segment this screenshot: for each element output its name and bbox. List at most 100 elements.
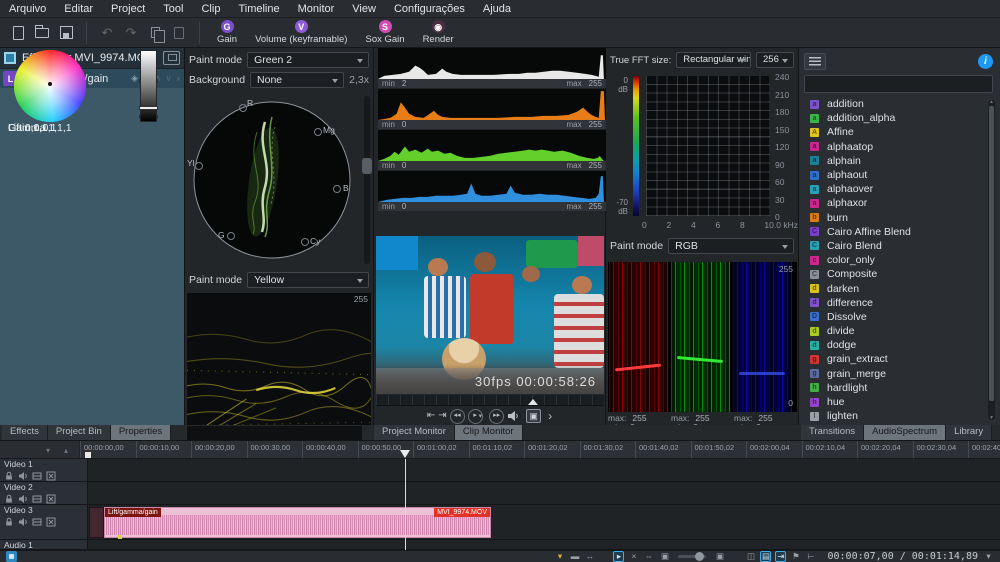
menu-item[interactable]: Ajuda — [474, 2, 520, 16]
lock-track-icon[interactable] — [4, 471, 14, 481]
hide-track-icon[interactable] — [32, 517, 42, 527]
zoom-fit-icon[interactable]: ▣ — [714, 551, 725, 562]
transition-item[interactable]: d divide — [804, 324, 986, 338]
edit-mode-toggle-icon[interactable]: ▤ — [760, 551, 771, 562]
transport-button[interactable]: ⇤ — [427, 411, 435, 421]
transition-item[interactable]: A Affine — [804, 125, 986, 139]
menu-item[interactable]: Project — [102, 2, 154, 16]
paste-icon[interactable] — [169, 23, 189, 43]
zoom-slider-handle[interactable] — [362, 158, 372, 174]
edit-mode-toggle-icon[interactable]: ⚑ — [790, 551, 801, 562]
transition-item[interactable]: a addition_alpha — [804, 111, 986, 125]
timeline-clip-head[interactable] — [89, 507, 104, 538]
timeline-view-toggle-icon[interactable]: ▬ — [569, 551, 580, 562]
transition-item[interactable]: C Cairo Blend — [804, 239, 986, 253]
zoombar-position-marker[interactable] — [528, 399, 538, 405]
transition-item[interactable]: C Cairo Affine Blend — [804, 225, 986, 239]
undo-icon[interactable]: ↶ — [97, 23, 117, 43]
vectorscope-background-select[interactable]: None — [250, 72, 344, 88]
transition-item[interactable]: a alphaover — [804, 182, 986, 196]
edit-mode-toggle-icon[interactable]: ⇥ — [775, 551, 786, 562]
timeline-track[interactable]: Video 1 — [0, 459, 1000, 482]
timeline-ruler[interactable]: 00:00:00,0000:00:10,0000:00:20,0000:00:3… — [0, 441, 1000, 459]
redo-icon[interactable]: ↷ — [121, 23, 141, 43]
dock-tab[interactable]: Library — [946, 425, 992, 440]
transition-item[interactable]: a alphaout — [804, 168, 986, 182]
toolbar-effect-button[interactable]: ◉ Render — [423, 20, 454, 45]
menu-item[interactable]: Timeline — [229, 2, 288, 16]
play-menu-caret-icon[interactable]: ▾ — [479, 412, 483, 420]
mute-track-icon[interactable] — [18, 471, 28, 481]
playhead-line[interactable] — [405, 459, 406, 550]
transition-item[interactable]: g grain_merge — [804, 367, 986, 381]
fit-zoom-icon[interactable]: ▣ — [659, 551, 670, 562]
transition-item[interactable]: C Composite — [804, 267, 986, 281]
transition-item[interactable]: D Dissolve — [804, 310, 986, 324]
transition-item[interactable]: h hardlight — [804, 381, 986, 395]
mute-track-icon[interactable] — [18, 517, 28, 527]
vectorscope-paint-mode-select[interactable]: Green 2 — [247, 52, 369, 68]
monitor-zoombar[interactable] — [376, 395, 604, 406]
monitor-more-button[interactable]: › — [548, 411, 552, 421]
toolbar-effect-button[interactable]: S Sox Gain — [365, 20, 404, 45]
lock-track-icon[interactable] — [4, 517, 14, 527]
dock-tab[interactable]: Properties — [111, 425, 171, 440]
monitor-tab[interactable]: Project Monitor — [374, 425, 455, 440]
transition-item[interactable]: d dodge — [804, 338, 986, 352]
timeline-track[interactable]: Audio 1 — [0, 540, 1000, 550]
parade-paint-mode-select[interactable]: RGB — [668, 238, 794, 254]
track-header[interactable]: Audio 1 — [0, 540, 88, 549]
waveform-paint-mode-select[interactable]: Yellow — [247, 272, 369, 288]
track-header[interactable]: Video 2 — [0, 482, 88, 504]
transition-item[interactable]: a alphaxor — [804, 196, 986, 210]
track-header[interactable]: Video 1 — [0, 459, 88, 481]
transition-item[interactable]: a alphaatop — [804, 140, 986, 154]
timeline-tool-button[interactable]: ⇔ — [643, 551, 654, 562]
timeline-zoom-slider[interactable] — [678, 555, 706, 558]
clip-marker-icon[interactable] — [118, 535, 122, 539]
transition-item[interactable]: c color_only — [804, 253, 986, 267]
mute-track-icon[interactable] — [18, 494, 28, 504]
dock-tab[interactable]: Effects — [2, 425, 48, 440]
menu-item[interactable]: Configurações — [385, 2, 474, 16]
timeline-zone-marker[interactable] — [85, 452, 91, 458]
transition-item[interactable]: d difference — [804, 296, 986, 310]
zoom-fit-monitor-button[interactable]: ▣ — [526, 409, 541, 423]
lock-track-icon[interactable] — [4, 494, 14, 504]
panel-menu-button[interactable] — [804, 53, 826, 70]
fft-window-select[interactable]: Rectangular window — [676, 52, 751, 68]
scrollbar-handle[interactable] — [989, 106, 994, 401]
dock-tab[interactable]: AudioSpectrum — [864, 425, 946, 440]
transition-item[interactable]: l lighten — [804, 409, 986, 423]
playhead-handle[interactable] — [400, 450, 410, 458]
transition-item[interactable]: g grain_extract — [804, 352, 986, 366]
edit-mode-toggle-icon[interactable]: ⊢ — [805, 551, 816, 562]
transition-item[interactable]: d darken — [804, 281, 986, 295]
ruler-option-icon[interactable]: ▾ — [46, 446, 50, 455]
menu-item[interactable]: Monitor — [289, 2, 344, 16]
transition-item[interactable]: b burn — [804, 211, 986, 225]
transport-button[interactable]: ⇥ — [438, 411, 446, 421]
track-header[interactable]: Video 3 — [0, 505, 88, 539]
hide-track-icon[interactable] — [32, 471, 42, 481]
effects-off-icon[interactable] — [46, 471, 56, 481]
clip-monitor-video[interactable]: 30fps 00:00:58:26 — [376, 236, 604, 394]
luminance-slider[interactable] — [140, 50, 157, 122]
timecode-chevron-icon[interactable]: ▾ — [983, 551, 994, 562]
menu-item[interactable]: View — [343, 2, 385, 16]
new-file-button[interactable] — [8, 23, 28, 43]
transitions-search-input[interactable] — [804, 75, 993, 93]
transition-item[interactable]: h hue — [804, 395, 986, 409]
transition-item[interactable]: a addition — [804, 97, 986, 111]
mute-monitor-icon[interactable] — [507, 410, 519, 422]
edit-mode-toggle-icon[interactable]: ◫ — [745, 551, 756, 562]
scroll-up-icon[interactable]: ▲ — [988, 99, 995, 105]
menu-item[interactable]: Editar — [55, 2, 102, 16]
timeline-tool-button[interactable]: ▸ — [613, 551, 624, 562]
scroll-down-icon[interactable]: ▼ — [988, 415, 995, 421]
menu-item[interactable]: Clip — [192, 2, 229, 16]
dock-tab[interactable]: Transitions — [801, 425, 864, 440]
effects-off-icon[interactable] — [46, 494, 56, 504]
timeline-clip[interactable]: Lift/gamma/gain MVI_9974.MOV — [104, 507, 491, 538]
fft-size-select[interactable]: 256 — [756, 52, 794, 68]
